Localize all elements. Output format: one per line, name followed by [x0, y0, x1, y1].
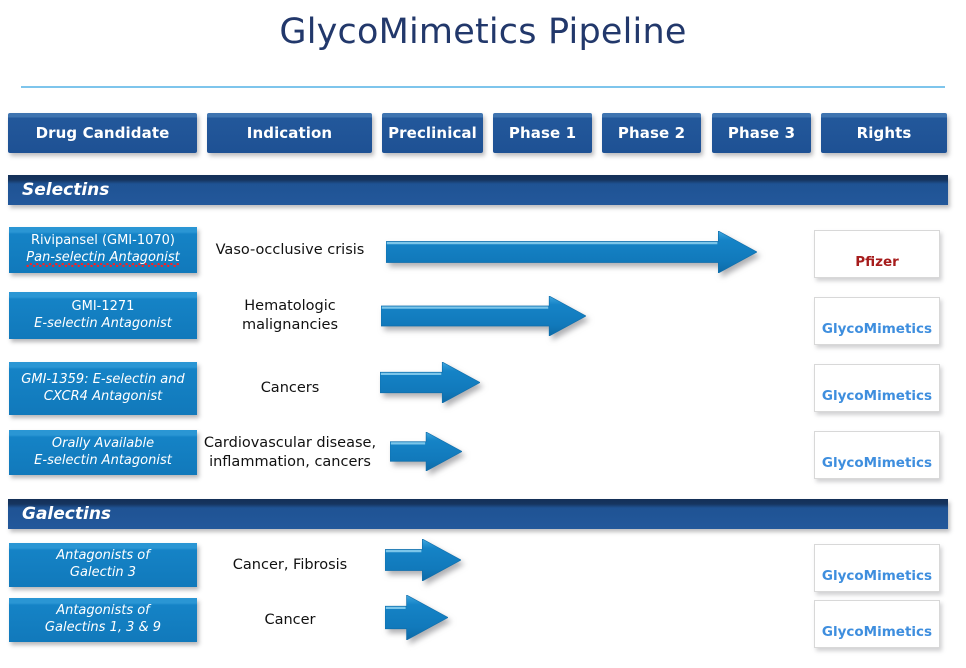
rights-label-pfizer: Pfizer	[855, 254, 899, 270]
drug-candidate-text: GMI-1359: E-selectin and CXCR4 Antagonist	[21, 372, 184, 405]
drug-candidate-box[interactable]: Antagonists of Galectins 1, 3 & 9	[9, 598, 197, 642]
drug-candidate-box[interactable]: GMI-1271 E-selectin Antagonist	[9, 292, 197, 339]
drug-candidate-text: Antagonists of Galectins 1, 3 & 9	[45, 603, 161, 636]
drug-candidate-box[interactable]: Orally Available E-selectin Antagonist	[9, 430, 197, 475]
header-column-label: Drug Candidate	[35, 124, 170, 142]
rights-label-glycomimetics: GlycoMimetics	[821, 321, 933, 337]
indication-text: Cardiovascular disease, inflammation, ca…	[197, 430, 383, 475]
drug-candidate-subtitle: E-selectin Antagonist	[34, 452, 172, 468]
drug-candidate-name: Antagonists of	[56, 603, 150, 619]
drug-candidate-subtitle: Pan-selectin Antagonist	[26, 249, 180, 268]
indication-text: Hematologic malignancies	[205, 292, 375, 339]
indication-label: Hematologic malignancies	[241, 298, 338, 333]
header-column-label: Phase 2	[617, 124, 686, 142]
phase-progress-arrow	[385, 595, 448, 640]
drug-candidate-text: Rivipansel (GMI-1070) Pan-selectin Antago…	[26, 232, 180, 268]
header-column-label: Rights	[856, 124, 912, 142]
drug-candidate-name: Rivipansel (GMI-1070)	[31, 232, 175, 248]
drug-candidate-box[interactable]: GMI-1359: E-selectin and CXCR4 Antagonist	[9, 362, 197, 415]
drug-candidate-text: Orally Available E-selectin Antagonist	[34, 436, 172, 469]
header-column-phase-2[interactable]: Phase 2	[602, 113, 701, 153]
rights-box: GlycoMimetics	[814, 600, 940, 648]
header-column-phase-1[interactable]: Phase 1	[493, 113, 592, 153]
drug-candidate-box[interactable]: Rivipansel (GMI-1070) Pan-selectin Antago…	[9, 227, 197, 273]
drug-candidate-subtitle: CXCR4 Antagonist	[43, 388, 163, 404]
indication-label: Vaso-occlusive crisis	[215, 241, 365, 258]
rights-label-glycomimetics: GlycoMimetics	[821, 455, 933, 471]
indication-text: Cancer	[205, 598, 375, 642]
phase-progress-arrow	[385, 539, 461, 581]
phase-progress-arrow	[381, 296, 586, 336]
header-column-label: Indication	[246, 124, 333, 142]
drug-candidate-name: GMI-1271	[71, 298, 135, 314]
indication-label: Cardiovascular disease, inflammation, ca…	[203, 435, 377, 470]
rights-label-glycomimetics: GlycoMimetics	[821, 624, 933, 640]
indication-label: Cancer, Fibrosis	[232, 556, 348, 573]
rights-box: Pfizer	[814, 230, 940, 278]
header-column-indication[interactable]: Indication	[207, 113, 372, 153]
pipeline-header-row: Drug Candidate Indication Preclinical Phase…	[0, 113, 966, 155]
phase-progress-arrow	[380, 362, 480, 403]
phase-progress-arrow	[386, 231, 757, 273]
rights-box: GlycoMimetics	[814, 297, 940, 345]
drug-candidate-subtitle: Galectins 1, 3 & 9	[44, 620, 162, 635]
section-bar-galectins: Galectins	[8, 499, 948, 529]
drug-candidate-box[interactable]: Antagonists of Galectin 3	[9, 543, 197, 587]
rights-box: GlycoMimetics	[814, 544, 940, 592]
indication-text: Cancer, Fibrosis	[205, 543, 375, 587]
header-column-drug-candidate[interactable]: Drug Candidate	[8, 113, 197, 153]
drug-candidate-text: GMI-1271 E-selectin Antagonist	[34, 299, 172, 332]
drug-candidate-subtitle: E-selectin Antagonist	[34, 315, 172, 331]
header-column-label: Phase 1	[508, 124, 577, 142]
title-divider	[21, 86, 945, 88]
section-bar-label: Galectins	[22, 504, 112, 524]
indication-text: Cancers	[205, 362, 375, 415]
rights-label-glycomimetics: GlycoMimetics	[821, 388, 933, 404]
drug-candidate-text: Antagonists of Galectin 3	[56, 548, 150, 581]
phase-progress-arrow	[390, 432, 462, 471]
indication-text: Vaso-occlusive crisis	[205, 227, 375, 273]
page-title: GlycoMimetics Pipeline	[279, 12, 687, 52]
header-column-label: Phase 3	[727, 124, 796, 142]
drug-candidate-name: Orally Available	[51, 435, 155, 451]
indication-label: Cancers	[260, 380, 320, 397]
drug-candidate-subtitle: Galectin 3	[69, 565, 137, 580]
header-column-preclinical[interactable]: Preclinical	[382, 113, 483, 153]
indication-label: Cancer	[264, 611, 316, 628]
spellcheck-underline: Pan-selectin Antagonist	[26, 249, 180, 268]
section-bar-selectins: Selectins	[8, 175, 948, 205]
header-column-label: Preclinical	[388, 124, 477, 142]
section-bar-label: Selectins	[22, 180, 110, 200]
header-column-phase-3[interactable]: Phase 3	[712, 113, 811, 153]
header-column-rights[interactable]: Rights	[821, 113, 947, 153]
rights-label-glycomimetics: GlycoMimetics	[821, 568, 933, 584]
rights-box: GlycoMimetics	[814, 364, 940, 412]
drug-candidate-name: Antagonists of	[56, 548, 150, 564]
drug-candidate-name: GMI-1359: E-selectin and	[21, 371, 185, 387]
rights-box: GlycoMimetics	[814, 431, 940, 479]
